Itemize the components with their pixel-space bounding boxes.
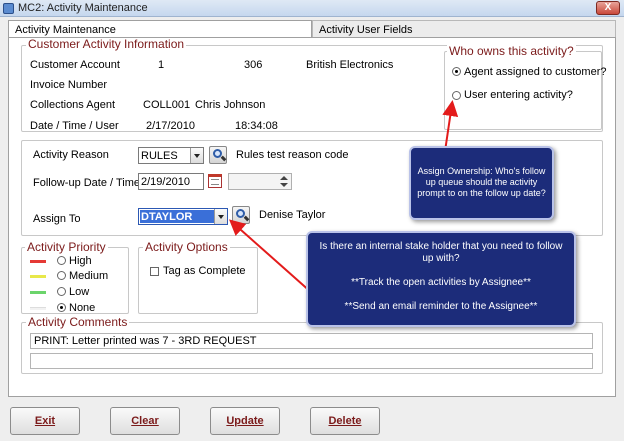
assignee-arrow — [229, 219, 313, 294]
assignee-callout: Is there an internal stake holder that y… — [306, 231, 576, 327]
ownership-callout: Assign Ownership: Who's follow up queue … — [409, 146, 554, 220]
callout-arrows — [229, 100, 459, 294]
